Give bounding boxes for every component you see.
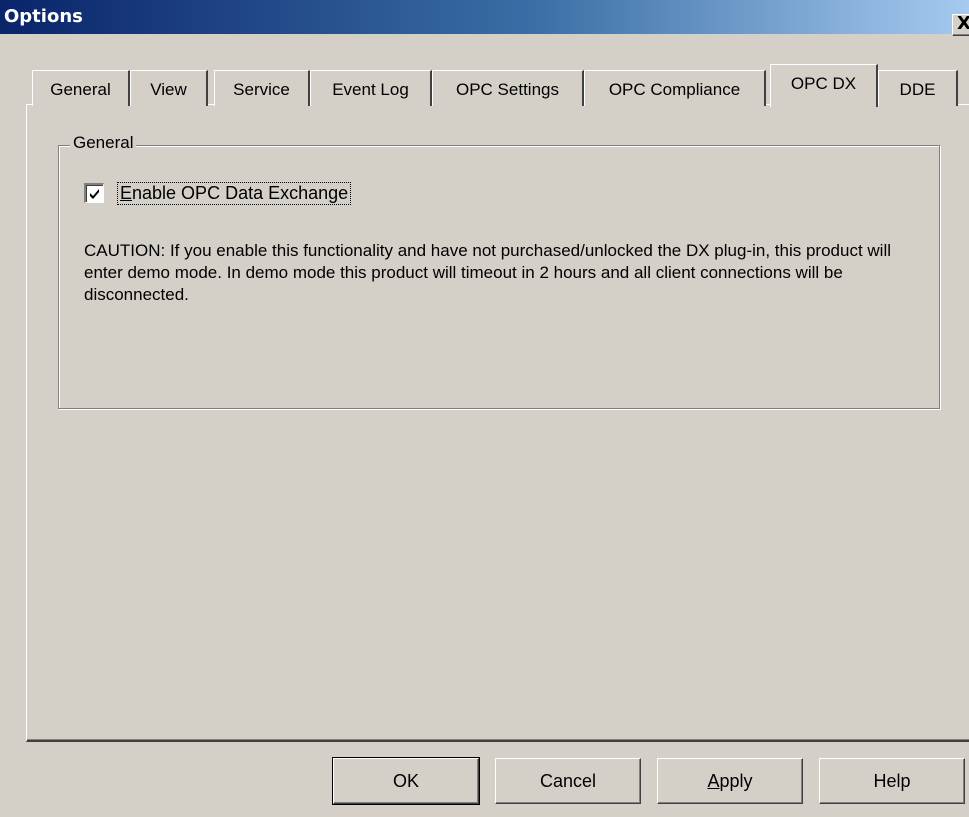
help-button-label: Help [873,771,911,791]
enable-label-accelerator: E [120,183,133,203]
window-title: Options [4,6,83,27]
tab-opc-settings[interactable]: OPC Settings [432,70,584,106]
tab-opc-compliance-label: OPC Compliance [608,80,741,99]
tab-event-log[interactable]: Event Log [310,70,432,106]
apply-button-label: pply [719,771,753,791]
tab-general-label: General [50,80,111,99]
ok-button[interactable]: OK [332,757,480,805]
close-button[interactable]: X [952,14,969,36]
enable-label-text: nable OPC Data Exchange [132,183,349,203]
tab-dde[interactable]: DDE [878,70,958,106]
tab-service[interactable]: Service [214,70,310,106]
cancel-button-label: Cancel [539,771,597,791]
tab-service-label: Service [233,80,290,99]
caution-text: CAUTION: If you enable this functionalit… [84,241,891,304]
tab-opc-compliance[interactable]: OPC Compliance [584,70,766,106]
close-icon: X [957,13,969,34]
enable-opc-dx-checkbox[interactable] [84,183,104,203]
ok-button-label: OK [392,771,419,791]
title-bar: Options [0,0,969,34]
tab-general[interactable]: General [32,70,130,106]
tab-opc-dx-label: OPC DX [790,74,857,93]
tab-dde-label: DDE [899,80,936,99]
tab-view-label: View [150,80,187,99]
apply-button[interactable]: Apply [657,758,803,804]
checkmark-icon [90,189,99,199]
tab-opc-settings-label: OPC Settings [456,80,559,99]
tab-opc-dx[interactable]: OPC DX [770,64,878,107]
cancel-button[interactable]: Cancel [495,758,641,804]
groupbox-title: General [70,133,137,153]
tab-view[interactable]: View [130,70,208,106]
tab-event-log-label: Event Log [332,80,409,99]
enable-opc-dx-label[interactable]: Enable OPC Data Exchange [117,182,352,205]
help-button[interactable]: Help [819,758,965,804]
apply-accelerator: A [707,771,720,791]
